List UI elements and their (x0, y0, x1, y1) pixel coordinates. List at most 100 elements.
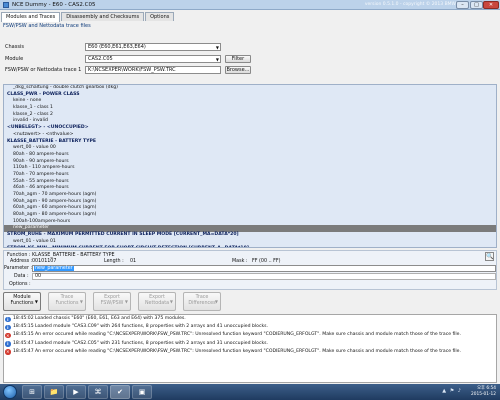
parameter-label: Parameter : (4, 266, 33, 271)
taskbar-app-4[interactable]: ⌘ (88, 385, 108, 399)
chevron-down-icon: ▼ (169, 299, 173, 304)
chassis-select[interactable]: E60 (E60,E61,E63,E64) ▼ (85, 43, 221, 51)
export-nettodata-button[interactable]: Export Nettodata ▼ (138, 292, 176, 311)
tree-item[interactable]: 80ah_agm - 80 ampere-hours (agm) (4, 212, 496, 219)
address-label: Address : (10, 259, 33, 264)
clock[interactable]: 오후 6:54 2015-01-12 (471, 386, 496, 397)
chevron-down-icon: ▼ (214, 299, 218, 304)
tree-item[interactable]: <nutzwert> - <nthvalue> (4, 132, 496, 139)
chassis-label: Chassis (5, 44, 24, 50)
module-row: Module CAS2.C05 ▼ Filter (3, 55, 265, 63)
log-time: 18:45:15 (13, 324, 34, 330)
tree-item[interactable]: _dkg_schaltung - double clutch gearbox (… (4, 85, 496, 92)
module-select[interactable]: CAS2.C05 ▼ (85, 55, 221, 63)
module-functions-label: Module Functions (10, 295, 34, 306)
tree-item[interactable]: 110ah - 110 ampere-hours (4, 165, 496, 172)
trace-differences-button[interactable]: Trace Differences ▼ (183, 292, 221, 311)
tree-item[interactable]: 70ah - 70 ampere-hours (4, 172, 496, 179)
trace-files-group: FSW/PSW and Nettodata trace files Chassi… (3, 23, 265, 83)
length-label: Length : (104, 259, 124, 264)
export-fsw-psw-button[interactable]: Export FSW/PSW ▼ (93, 292, 131, 311)
log-text: An error occured while reading "C:\NCSEX… (35, 348, 461, 354)
trace-file-row: FSW/PSW or Nettodata trace 1 K:\NCSEXPER… (3, 66, 265, 74)
trace-file-label: FSW/PSW or Nettodata trace 1 (5, 67, 82, 73)
tree-item[interactable]: 90ah - 90 ampere-hours (4, 159, 496, 166)
module-functions-button[interactable]: Module Functions ▼ (3, 292, 41, 311)
tree-item[interactable]: wert_00 - value 00 (4, 145, 496, 152)
trace-functions-button[interactable]: Trace Functions ▼ (48, 292, 86, 311)
close-button[interactable]: ✕ (483, 1, 499, 9)
chassis-value: E60 (E60,E61,E63,E64) (88, 44, 146, 50)
taskbar-app-1[interactable]: ⊞ (22, 385, 42, 399)
tree-item[interactable]: 55ah - 55 ampere-hours (4, 179, 496, 186)
data-value: 00 (35, 274, 42, 279)
chevron-down-icon: ▼ (215, 45, 219, 50)
browse-button[interactable]: Browse... (225, 66, 251, 74)
chevron-down-icon: ▼ (124, 299, 128, 304)
length-value: 01 (130, 259, 137, 264)
trace-differences-label: Trace Differences (188, 295, 216, 306)
tab-strip: Modules and Traces Disassembly and Check… (1, 12, 175, 22)
tab-modules-traces[interactable]: Modules and Traces (1, 12, 61, 22)
minimize-button[interactable]: – (456, 1, 469, 9)
address-value: 00101107 (32, 259, 57, 264)
log-entry: i 18:45:15Loaded module "CAS3.C09" with 2… (4, 323, 496, 331)
tree-item[interactable]: wert_01 - value 01 (4, 239, 496, 246)
window-title: NCE Dummy - E60 - CAS2.C05 (12, 1, 96, 8)
trace-file-input[interactable]: K:\NCSEXPER\WORK\FSW_PSW.TRC (85, 66, 221, 74)
log-entry: ✕ 18:45:47An error occured while reading … (4, 348, 496, 356)
function-buttons: Module Functions ▼ Trace Functions ▼ Exp… (3, 292, 497, 312)
tree-item[interactable]: STROM_RUHE - MAXIMUM PERMITTED CURRENT I… (4, 232, 496, 239)
tree-item[interactable]: 70ah_agm - 70 ampere-hours (agm) (4, 192, 496, 199)
parameter-input[interactable]: new_parameter (32, 265, 496, 272)
message-log[interactable]: i 18:45:02Loaded chassis "E60" (E60, E61,… (3, 314, 497, 383)
tab-options[interactable]: Options (145, 12, 175, 21)
tree-item[interactable]: CLASS_PWR - POWER CLASS (4, 92, 496, 99)
info-icon: i (5, 316, 11, 322)
tree-item[interactable]: keine - none (4, 98, 496, 105)
app-icon (3, 2, 9, 8)
search-icon[interactable]: 🔍 (485, 252, 494, 261)
error-icon: ✕ (5, 349, 11, 355)
function-value: KLASSE_BATTERIE - BATTERY TYPE (32, 253, 115, 258)
media-player-icon[interactable]: ▶ (66, 385, 86, 399)
group-title: FSW/PSW and Nettodata trace files (3, 23, 91, 29)
module-value: CAS2.C05 (88, 56, 113, 62)
tree-item[interactable]: 80ah - 80 ampere-hours (4, 152, 496, 159)
tree-item[interactable]: <UNBELEGT> - <UNOCCUPIED> (4, 125, 496, 132)
tray-icons[interactable]: ▲ ⚑ ♪ (442, 388, 462, 394)
info-icon: i (5, 324, 11, 331)
log-time: 18:45:15 (13, 332, 34, 338)
chevron-down-icon: ▼ (34, 299, 38, 304)
data-field[interactable]: 00 (32, 273, 496, 280)
filter-button[interactable]: Filter (225, 55, 251, 63)
start-button[interactable] (3, 385, 17, 399)
error-icon: ✕ (5, 332, 11, 339)
taskbar-app-6[interactable]: ▣ (132, 385, 152, 399)
taskbar-app-5[interactable]: ✔ (110, 385, 130, 399)
tree-item[interactable]: 100ah-100ampere-hours (4, 219, 496, 226)
module-label: Module (5, 56, 24, 62)
log-text: Loaded module "CAS2.C05" with 231 functi… (35, 340, 269, 346)
chevron-down-icon: ▼ (215, 57, 219, 62)
detail-panel: Function : KLASSE_BATTERIE - BATTERY TYP… (3, 250, 497, 290)
mask-value: FF (00 .. FF) (252, 259, 281, 264)
chevron-down-icon: ▼ (79, 299, 83, 304)
function-tree[interactable]: _dkg_schaltung - double clutch gearbox (… (3, 84, 497, 248)
folder-icon[interactable]: 📁 (44, 385, 64, 399)
export-fsw-label: Export FSW/PSW (100, 295, 124, 306)
tree-item[interactable]: STROM_KS_MIN - MINIMUM CURRENT FOR SHORT… (4, 246, 496, 248)
clock-date: 2015-01-12 (471, 391, 496, 397)
log-entry: i 18:45:02Loaded chassis "E60" (E60, E61,… (4, 315, 496, 323)
log-entry: ✕ 18:45:15An error occured while reading … (4, 331, 496, 339)
main-window: NCE Dummy - E60 - CAS2.C05 version 0.5.1… (0, 0, 500, 400)
maximize-button[interactable]: □ (470, 1, 483, 9)
tree-item[interactable]: KLASSE_BATTERIE - BATTERY TYPE (4, 139, 496, 146)
tree-item[interactable]: 46ah - 46 ampere-hours (4, 185, 496, 192)
export-nettodata-label: Export Nettodata (144, 295, 170, 306)
tree-item[interactable]: klasse_2 - class 2 (4, 112, 496, 119)
tree-item[interactable]: klasse_1 - class 1 (4, 105, 496, 112)
log-text: Loaded chassis "E60" (E60, E61, E63 and … (35, 316, 186, 321)
tab-disassembly[interactable]: Disassembly and Checksums (61, 12, 145, 21)
function-label: Function : (7, 253, 31, 258)
